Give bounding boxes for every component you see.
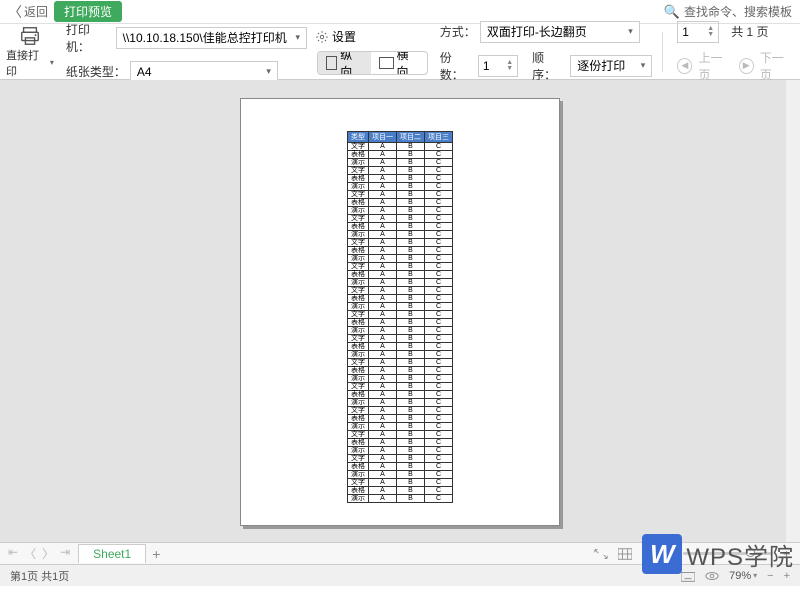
printer-icon — [17, 25, 43, 47]
next-page-label: 下一页 — [760, 49, 794, 83]
grid-view-icon[interactable] — [618, 548, 632, 560]
direct-print-button[interactable]: 直接打印▾ — [6, 25, 54, 79]
landscape-icon — [379, 57, 394, 69]
portrait-button[interactable]: 纵向 — [318, 52, 371, 74]
status-page: 第1页 共1页 — [10, 568, 69, 584]
settings-button[interactable]: 设置 — [315, 28, 356, 45]
chevron-down-icon: ▾ — [266, 66, 271, 77]
landscape-button[interactable]: 横向 — [371, 52, 427, 74]
chevron-down-icon: ▾ — [295, 32, 300, 43]
prev-page-label: 上一页 — [698, 49, 732, 83]
preview-page: 类型项目一项目二项目三文字ABC表格ABC演示ABC文字ABC表格ABC演示AB… — [240, 98, 560, 526]
chevron-down-icon: ▾ — [628, 26, 633, 37]
search-icon: 🔍 — [664, 4, 680, 20]
wps-logo-icon: W — [642, 534, 682, 574]
watermark: W WPS学院 — [636, 530, 800, 578]
back-button[interactable]: 〈 返回 — [8, 2, 48, 22]
gear-icon — [315, 30, 329, 44]
page-total: 共 1 页 — [731, 23, 768, 40]
sheet-prev-button[interactable]: 〈 — [24, 545, 36, 562]
sheet-last-button[interactable]: ⇥ — [60, 545, 70, 562]
chevron-down-icon: ▾ — [641, 60, 646, 71]
back-label: 返回 — [24, 3, 48, 20]
preview-canvas: 类型项目一项目二项目三文字ABC表格ABC演示ABC文字ABC表格ABC演示AB… — [0, 80, 800, 542]
add-sheet-button[interactable]: + — [152, 546, 160, 562]
spinner-icon: ▲▼ — [506, 60, 513, 72]
orientation-group: 纵向 横向 — [317, 51, 428, 75]
prev-page-button[interactable]: ◀ — [677, 58, 692, 74]
expand-icon[interactable] — [594, 548, 608, 560]
sheet-next-button[interactable]: 〉 — [42, 545, 54, 562]
page-input[interactable]: 1 ▲▼ — [677, 21, 719, 43]
chevron-left-icon: 〈 — [8, 2, 22, 22]
copies-input[interactable]: 1 ▲▼ — [478, 55, 518, 77]
spinner-icon: ▲▼ — [707, 26, 714, 38]
printer-select[interactable]: \\10.10.18.150\佳能总控打印机▾ — [116, 27, 307, 49]
page-title: 打印预览 — [54, 1, 122, 22]
sheet-first-button[interactable]: ⇤ — [8, 545, 18, 562]
search-placeholder: 查找命令、搜索模板 — [684, 3, 792, 20]
copies-label: 份数： — [440, 49, 474, 83]
order-select[interactable]: 逐份打印▾ — [570, 55, 652, 77]
preview-table: 类型项目一项目二项目三文字ABC表格ABC演示ABC文字ABC表格ABC演示AB… — [347, 131, 453, 503]
portrait-icon — [326, 56, 337, 70]
mode-label: 方式： — [440, 23, 476, 40]
chevron-down-icon: ▾ — [50, 58, 54, 67]
paper-label: 纸张类型： — [66, 63, 126, 80]
sheet-tab[interactable]: Sheet1 — [78, 544, 146, 563]
divider — [662, 32, 663, 72]
next-page-button[interactable]: ▶ — [739, 58, 754, 74]
printer-label: 打印机： — [66, 21, 112, 55]
order-label: 顺序： — [532, 49, 566, 83]
scrollbar[interactable] — [786, 80, 800, 542]
mode-select[interactable]: 双面打印-长边翻页▾ — [480, 21, 640, 43]
search-button[interactable]: 🔍 查找命令、搜索模板 — [664, 3, 792, 20]
